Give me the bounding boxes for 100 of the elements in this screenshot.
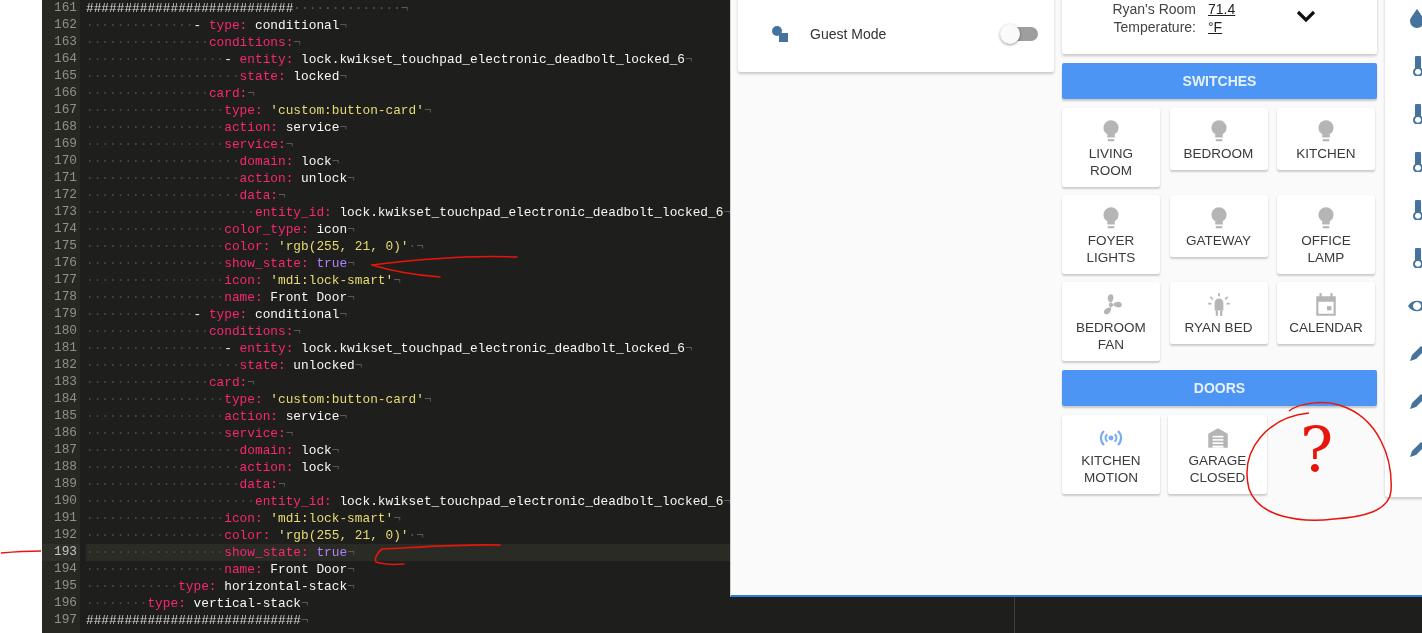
code-line: ··················color: 'rgb(255, 21, 0)'·¬ [86, 527, 424, 544]
line-number: 194 [52, 561, 78, 578]
tile-label: RYAN BED [1184, 319, 1253, 336]
line-number: 185 [52, 408, 78, 425]
sensor-value[interactable]: 71.4 °F [1208, 0, 1244, 36]
code-line: ··················icon: 'mdi:lock-smart'¬ [86, 272, 401, 289]
code-line: ····················data:¬ [86, 476, 286, 493]
code-line: ····················state: unlocked¬ [86, 357, 363, 374]
pencil-icon [1407, 440, 1422, 460]
line-number: 170 [52, 153, 78, 170]
line-number: 162 [52, 17, 78, 34]
code-line: ····················domain: lock¬ [86, 442, 340, 459]
code-line: ············type: horizontal-stack¬ [86, 578, 355, 595]
code-line: ··················name: Front Door¬ [86, 289, 355, 306]
line-number: 188 [52, 459, 78, 476]
line-number: 181 [52, 340, 78, 357]
shapes-icon [771, 25, 789, 43]
code-line: ····················action: lock¬ [86, 459, 340, 476]
code-line: ··················action: service¬ [86, 119, 348, 136]
code-line: ····················action: unlock¬ [86, 170, 355, 187]
switch-tile[interactable]: LIVING ROOM [1062, 108, 1160, 187]
code-line: ··················- entity: lock.kwikset_touchpad_electronic_deadbolt_locked_6¬ [86, 340, 693, 357]
tile-label: OFFICE LAMP [1300, 232, 1352, 266]
code-line: ················conditions:¬ [86, 323, 302, 340]
toggle-switch[interactable] [1000, 24, 1038, 44]
tile-label: KITCHEN [1296, 145, 1356, 162]
line-number: 177 [52, 272, 78, 289]
tile-label: GATEWAY [1186, 232, 1251, 249]
switch-tile[interactable]: FOYER LIGHTS [1062, 195, 1160, 274]
chevron-down-icon[interactable] [1296, 10, 1316, 23]
line-number: 169 [52, 136, 78, 153]
code-line: ··················icon: 'mdi:lock-smart'¬ [86, 510, 401, 527]
line-number: 186 [52, 425, 78, 442]
code-line: ··················type: 'custom:button-card'¬ [86, 102, 432, 119]
drop-icon [1407, 8, 1422, 28]
code-line: ############################¬ [86, 612, 309, 629]
switch-tile[interactable]: KITCHEN MOTION [1062, 415, 1160, 494]
line-number: 178 [52, 289, 78, 306]
code-line: ··················color_type: icon¬ [86, 221, 355, 238]
line-number: 163 [52, 34, 78, 51]
pencil-icon [1407, 392, 1422, 412]
code-line: ··················action: service¬ [86, 408, 348, 425]
code-line: ····················domain: lock¬ [86, 153, 340, 170]
line-number: 161 [52, 0, 78, 17]
tile-label: LIVING ROOM [1087, 145, 1135, 179]
line-number: 197 [52, 612, 78, 629]
line-number: 192 [52, 527, 78, 544]
code-line: ················card:¬ [86, 374, 255, 391]
switch-tile[interactable]: RYAN BED [1169, 282, 1268, 344]
line-number: 190 [52, 493, 78, 510]
switch-tile[interactable]: BEDROOM FAN [1062, 282, 1160, 361]
tile-label: KITCHEN MOTION [1080, 452, 1142, 486]
line-number: 187 [52, 442, 78, 459]
code-line: ··················- entity: lock.kwikset_touchpad_electronic_deadbolt_locked_6¬ [86, 51, 693, 68]
switch-tile[interactable]: GARAGE CLOSED [1168, 415, 1267, 494]
line-number: 180 [52, 323, 78, 340]
line-number: 195 [52, 578, 78, 595]
line-number: 183 [52, 374, 78, 391]
line-number: 168 [52, 119, 78, 136]
line-number: 196 [52, 595, 78, 612]
tile-label: BEDROOM FAN [1075, 319, 1147, 353]
line-number: 176 [52, 255, 78, 272]
line-number: 174 [52, 221, 78, 238]
line-number: 165 [52, 68, 78, 85]
tile-label: GARAGE CLOSED [1187, 452, 1248, 486]
code-line: ··················service:¬ [86, 136, 294, 153]
line-number: 173 [52, 204, 78, 221]
switch-tile[interactable]: GATEWAY [1169, 195, 1268, 257]
sensor-label: Ryan's Room Temperature: [1111, 0, 1196, 36]
line-number: 175 [52, 238, 78, 255]
code-line: ······················entity_id: lock.kwikset_touchpad_electronic_deadbolt_locked_6¬ [86, 493, 732, 510]
code-line: ······················entity_id: lock.kwikset_touchpad_electronic_deadbolt_locked_6¬ [86, 204, 732, 221]
code-line: ················card:¬ [86, 85, 255, 102]
code-line: ··················show_state: true¬ [86, 544, 355, 561]
tile-label: CALENDAR [1289, 319, 1363, 336]
line-number: 179 [52, 306, 78, 323]
line-number: 184 [52, 391, 78, 408]
line-number: 172 [52, 187, 78, 204]
switch-tile[interactable]: CALENDAR [1277, 282, 1375, 344]
code-line: ··············- type: conditional¬ [86, 306, 348, 323]
line-number: 166 [52, 85, 78, 102]
code-line: ····················data:¬ [86, 187, 286, 204]
tile-label: FOYER LIGHTS [1085, 232, 1137, 266]
code-line: ··················show_state: true¬ [86, 255, 355, 272]
code-line: ················conditions:¬ [86, 34, 302, 51]
line-number: 164 [52, 51, 78, 68]
line-number: 171 [52, 170, 78, 187]
code-line: ###########################··············¬ [86, 0, 409, 17]
code-line: ··················service:¬ [86, 425, 294, 442]
code-line: ··············- type: conditional¬ [86, 17, 348, 34]
switch-tile[interactable]: OFFICE LAMP [1277, 195, 1375, 274]
tile-label: BEDROOM [1183, 145, 1254, 162]
line-number: 182 [52, 357, 78, 374]
guest-mode-label: Guest Mode [810, 26, 888, 42]
switch-tile[interactable]: BEDROOM [1169, 108, 1268, 170]
code-line: ····················state: locked¬ [86, 68, 348, 85]
switch-tile[interactable]: KITCHEN [1277, 108, 1375, 170]
code-line: ··················type: 'custom:button-card'¬ [86, 391, 432, 408]
line-number: 193 [42, 544, 80, 561]
code-line: ··················name: Front Door¬ [86, 561, 355, 578]
